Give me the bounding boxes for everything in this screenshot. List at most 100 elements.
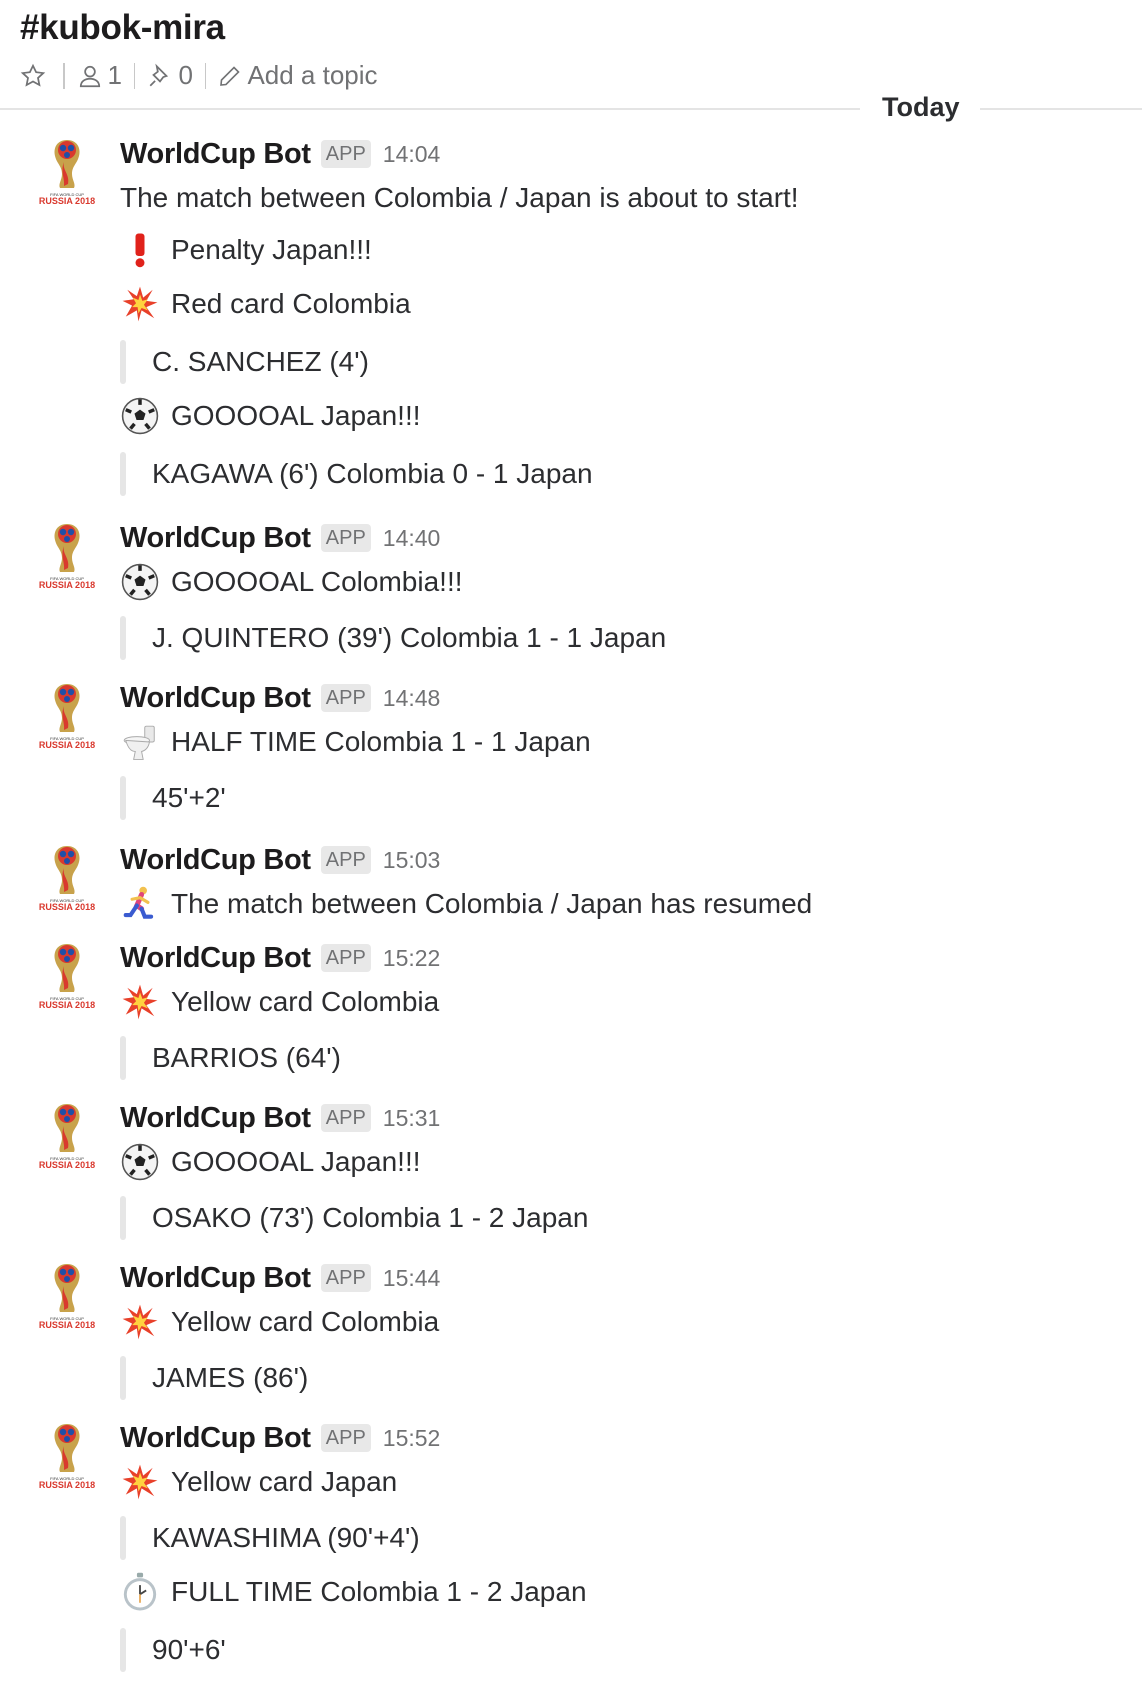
line-text: Yellow card Japan xyxy=(171,1466,398,1497)
attachment-bar xyxy=(120,1516,126,1560)
bot-avatar[interactable]: FIFA WORLD CUP RUSSIA 2018 xyxy=(34,1100,100,1174)
message-timestamp[interactable]: 15:44 xyxy=(383,1265,441,1292)
bot-avatar[interactable]: FIFA WORLD CUP RUSSIA 2018 xyxy=(34,680,100,754)
star-icon[interactable] xyxy=(20,63,46,89)
svg-text:RUSSIA 2018: RUSSIA 2018 xyxy=(39,1480,95,1490)
date-divider-line xyxy=(980,108,1142,110)
attachment-text: 45'+2' xyxy=(152,782,226,813)
attachment: OSAKO (73') Colombia 1 - 2 Japan xyxy=(120,1196,588,1240)
sender-name[interactable]: WorldCup Bot xyxy=(120,138,311,171)
bot-avatar[interactable]: FIFA WORLD CUP RUSSIA 2018 xyxy=(34,1260,100,1334)
collision-icon xyxy=(120,1462,160,1502)
sender-name[interactable]: WorldCup Bot xyxy=(120,1422,311,1455)
stopwatch-icon xyxy=(120,1572,160,1612)
sender-name[interactable]: WorldCup Bot xyxy=(120,682,311,715)
bot-avatar[interactable]: FIFA WORLD CUP RUSSIA 2018 xyxy=(34,1420,100,1494)
attachment: J. QUINTERO (39') Colombia 1 - 1 Japan xyxy=(120,616,666,660)
app-badge: APP xyxy=(320,1264,371,1292)
message-timestamp[interactable]: 15:03 xyxy=(383,847,441,874)
message-timestamp[interactable]: 14:40 xyxy=(383,525,441,552)
bot-avatar[interactable]: FIFA WORLD CUP RUSSIA 2018 xyxy=(34,520,100,594)
message-header: WorldCup Bot APP 14:40 xyxy=(120,520,440,556)
app-badge: APP xyxy=(320,1424,371,1452)
svg-text:RUSSIA 2018: RUSSIA 2018 xyxy=(39,1000,95,1010)
channel-meta: 1 0 Add a topic xyxy=(20,60,378,91)
soccer-ball-icon xyxy=(120,396,160,436)
member-count[interactable]: 1 xyxy=(108,60,122,91)
message-timestamp[interactable]: 14:48 xyxy=(383,685,441,712)
line-text: GOOOOAL Japan!!! xyxy=(171,400,421,431)
line-text: Yellow card Colombia xyxy=(171,986,440,1017)
line-text: Yellow card Colombia xyxy=(171,1306,440,1337)
bot-avatar[interactable]: FIFA WORLD CUP RUSSIA 2018 xyxy=(34,940,100,1014)
attachment-bar xyxy=(120,1628,126,1672)
toilet-icon xyxy=(120,722,160,762)
sender-name[interactable]: WorldCup Bot xyxy=(120,1262,311,1295)
message-text: The match between Colombia / Japan is ab… xyxy=(120,178,799,218)
add-topic-link[interactable]: Add a topic xyxy=(247,60,377,91)
member-icon[interactable] xyxy=(77,63,103,89)
svg-text:RUSSIA 2018: RUSSIA 2018 xyxy=(39,740,95,750)
line-text: GOOOOAL Colombia!!! xyxy=(171,566,463,597)
attachment-bar xyxy=(120,776,126,820)
sender-name[interactable]: WorldCup Bot xyxy=(120,942,311,975)
header-divider xyxy=(0,108,860,110)
line-text: HALF TIME Colombia 1 - 1 Japan xyxy=(171,726,591,757)
message-timestamp[interactable]: 15:22 xyxy=(383,945,441,972)
channel-header: #kubok-mira 1 0 Add a topic xyxy=(0,0,1142,110)
event-line: GOOOOAL Colombia!!! xyxy=(120,562,463,602)
line-text: Red card Colombia xyxy=(171,288,411,319)
attachment-bar xyxy=(120,1036,126,1080)
message-timestamp[interactable]: 15:31 xyxy=(383,1105,441,1132)
event-line: GOOOOAL Japan!!! xyxy=(120,1142,421,1182)
line-text: The match between Colombia / Japan has r… xyxy=(171,888,813,919)
pencil-icon[interactable] xyxy=(218,64,242,88)
svg-text:RUSSIA 2018: RUSSIA 2018 xyxy=(39,580,95,590)
attachment-text: KAGAWA (6') Colombia 0 - 1 Japan xyxy=(152,458,593,489)
meta-divider xyxy=(63,62,65,89)
message-header: WorldCup Bot APP 14:48 xyxy=(120,680,440,716)
message-header: WorldCup Bot APP 15:03 xyxy=(120,842,440,878)
soccer-ball-icon xyxy=(120,1142,160,1182)
attachment: KAWASHIMA (90'+4') xyxy=(120,1516,420,1560)
date-divider-label: Today xyxy=(882,92,960,122)
message-header: WorldCup Bot APP 15:31 xyxy=(120,1100,440,1136)
attachment: KAGAWA (6') Colombia 0 - 1 Japan xyxy=(120,452,593,496)
attachment-bar xyxy=(120,616,126,660)
attachment: 90'+6' xyxy=(120,1628,226,1672)
meta-divider xyxy=(133,62,136,89)
event-line: Red card Colombia xyxy=(120,284,411,324)
attachment: 45'+2' xyxy=(120,776,226,820)
app-badge: APP xyxy=(320,1104,371,1132)
pinned-count[interactable]: 0 xyxy=(178,60,192,91)
attachment-text: C. SANCHEZ (4') xyxy=(152,346,369,377)
line-text: FULL TIME Colombia 1 - 2 Japan xyxy=(171,1576,587,1607)
attachment-bar xyxy=(120,1356,126,1400)
event-line: The match between Colombia / Japan has r… xyxy=(120,884,812,924)
bot-avatar[interactable]: FIFA WORLD CUP RUSSIA 2018 xyxy=(34,842,100,916)
app-badge: APP xyxy=(320,944,371,972)
event-line: GOOOOAL Japan!!! xyxy=(120,396,421,436)
bot-avatar[interactable]: FIFA WORLD CUP RUSSIA 2018 xyxy=(34,136,100,210)
event-line: HALF TIME Colombia 1 - 1 Japan xyxy=(120,722,591,762)
attachment-text: 90'+6' xyxy=(152,1634,226,1665)
message-header: WorldCup Bot APP 15:52 xyxy=(120,1420,440,1456)
sender-name[interactable]: WorldCup Bot xyxy=(120,1102,311,1135)
sender-name[interactable]: WorldCup Bot xyxy=(120,844,311,877)
message-timestamp[interactable]: 14:04 xyxy=(383,141,441,168)
attachment-text: J. QUINTERO (39') Colombia 1 - 1 Japan xyxy=(152,622,667,653)
pin-icon[interactable] xyxy=(147,63,173,89)
event-line: Yellow card Colombia xyxy=(120,1302,439,1342)
svg-text:RUSSIA 2018: RUSSIA 2018 xyxy=(39,196,95,206)
line-text: GOOOOAL Japan!!! xyxy=(171,1146,421,1177)
runner-icon xyxy=(120,884,160,924)
message-timestamp[interactable]: 15:52 xyxy=(383,1425,441,1452)
channel-title[interactable]: #kubok-mira xyxy=(20,8,225,48)
message-header: WorldCup Bot APP 15:22 xyxy=(120,940,440,976)
sender-name[interactable]: WorldCup Bot xyxy=(120,522,311,555)
message-header: WorldCup Bot APP 14:04 xyxy=(120,136,440,172)
attachment-bar xyxy=(120,340,126,384)
event-line: Yellow card Colombia xyxy=(120,982,439,1022)
app-badge: APP xyxy=(320,140,371,168)
line-text: The match between Colombia / Japan is ab… xyxy=(120,182,799,213)
